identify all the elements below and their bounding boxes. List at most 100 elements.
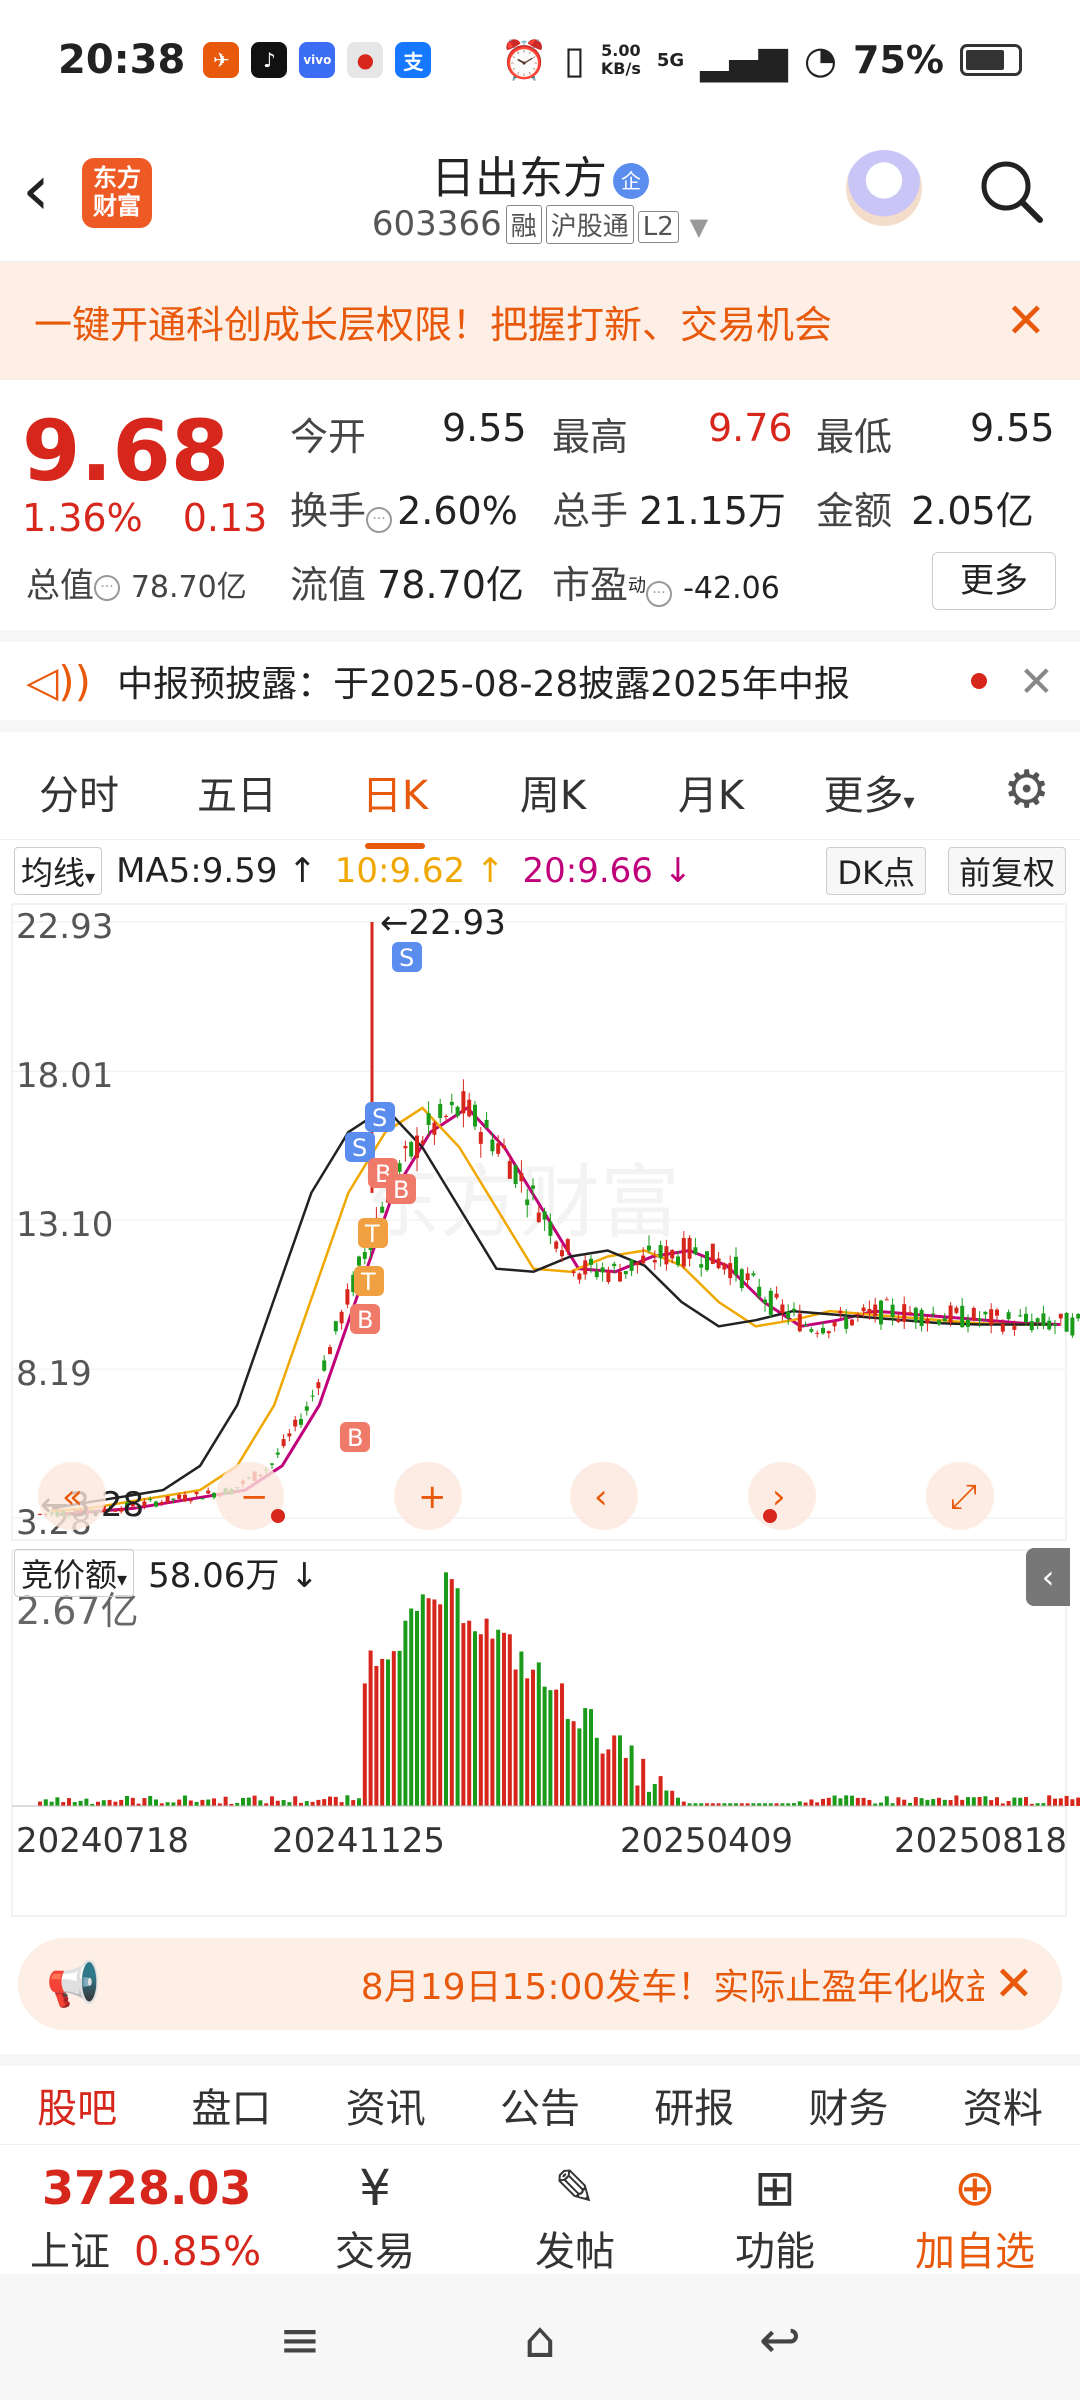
volume-bar — [821, 1798, 825, 1806]
volume-bar — [548, 1690, 553, 1806]
kline-svg[interactable]: 22.9318.0113.108.193.28东方财富←22.93←3.28SS… — [0, 900, 1080, 1920]
index-quote[interactable]: 3728.03 上证 0.85% — [30, 2161, 261, 2277]
close-icon[interactable]: ✕ — [1019, 657, 1054, 706]
info-tabs: 股吧 盘口 资讯 公告 研报 财务 资料 — [0, 2054, 1080, 2144]
candle-body — [931, 1313, 936, 1315]
home-icon[interactable]: ⌂ — [510, 2310, 570, 2370]
index-name: 上证 — [30, 2229, 110, 2275]
close-icon[interactable]: ✕ — [1006, 293, 1046, 349]
volume-bar — [351, 1800, 356, 1806]
price-change: 1.36% 0.13 — [22, 496, 268, 540]
indicator-select[interactable]: 均线▾ — [14, 847, 103, 895]
volume-bar — [554, 1689, 559, 1806]
assistant-avatar[interactable] — [846, 150, 922, 226]
tab-news[interactable]: 资讯 — [309, 2076, 463, 2134]
volume-bar — [1006, 1801, 1011, 1806]
tab-finance[interactable]: 财务 — [771, 2076, 925, 2134]
volume-bar — [415, 1610, 419, 1806]
gear-icon[interactable]: ⚙ — [1003, 760, 1050, 820]
volume-bar — [971, 1797, 976, 1806]
network-type: 5G — [656, 49, 685, 71]
connect-tag: 沪股通 — [545, 205, 634, 244]
candle-body — [1029, 1321, 1034, 1331]
volume-bar — [606, 1749, 611, 1806]
candle-body — [647, 1245, 651, 1251]
total-cap: 总值 ··· 78.70亿 — [26, 566, 247, 606]
chevron-left-icon[interactable]: ‹ — [1026, 1548, 1070, 1606]
tab-monthly-k[interactable]: 月K — [632, 763, 790, 821]
post-button[interactable]: ✎ 发帖 — [500, 2157, 650, 2277]
tab-weekly-k[interactable]: 周K — [474, 763, 632, 821]
volume-bar — [1064, 1795, 1069, 1806]
candle-body — [948, 1305, 953, 1323]
tab-more[interactable]: 更多▾ — [790, 763, 948, 821]
ad-bar[interactable]: 📢 8月19日15:00发车！实际止盈年化收益 ✕ — [18, 1938, 1062, 2030]
volume-bar — [1012, 1797, 1017, 1806]
function-button[interactable]: ⊞ 功能 — [700, 2157, 850, 2277]
candle-body — [362, 1252, 367, 1259]
kline-chart[interactable]: 22.9318.0113.108.193.28东方财富←22.93←3.28SS… — [0, 900, 1080, 1920]
volume-bar — [612, 1735, 617, 1806]
tab-daily-k[interactable]: 日K — [316, 763, 474, 849]
volume-bar — [380, 1658, 385, 1806]
candle-body — [710, 1243, 715, 1264]
promo-banner[interactable]: 一键开通科创成长层权限！把握打新、交易机会 ✕ — [0, 262, 1080, 380]
add-watchlist-button[interactable]: ⊕ 加自选 — [900, 2157, 1050, 2277]
candle-body — [438, 1104, 443, 1118]
tab-five-day[interactable]: 五日 — [158, 763, 316, 821]
candle-body — [855, 1314, 860, 1316]
candle-body — [937, 1320, 941, 1325]
candle-body — [449, 1101, 454, 1106]
tiktok-icon: ♪ — [251, 42, 288, 78]
volume-bar — [519, 1651, 524, 1806]
volume-bar — [183, 1795, 187, 1806]
volume-bar — [212, 1798, 216, 1806]
tab-intraday[interactable]: 分时 — [0, 763, 158, 821]
candle-body — [652, 1260, 657, 1263]
menu-icon[interactable]: ≡ — [270, 2310, 330, 2370]
candle-body — [403, 1146, 408, 1149]
search-icon[interactable] — [976, 156, 1046, 226]
plus-circle-icon: ⊕ — [954, 2159, 996, 2217]
volume-bar — [241, 1797, 245, 1806]
back-nav-icon[interactable]: ↩ — [750, 2310, 810, 2370]
volume-bar — [322, 1799, 327, 1806]
tab-announcement[interactable]: 公告 — [463, 2076, 617, 2134]
volume-bar — [148, 1795, 153, 1806]
candle-body — [821, 1327, 825, 1334]
candle-body — [890, 1304, 895, 1318]
battery-percent: 75% — [853, 38, 944, 82]
ma10-value: 10:9.62 ↑ — [334, 851, 505, 891]
tab-profile[interactable]: 资料 — [926, 2076, 1080, 2134]
trade-button[interactable]: ¥ 交易 — [300, 2157, 450, 2277]
dk-button[interactable]: DK点 — [826, 847, 926, 895]
report-notice[interactable]: ◁)) 中报预披露：于2025-08-28披露2025年中报 ✕ — [0, 630, 1080, 732]
more-button[interactable]: 更多 — [932, 552, 1056, 610]
trade-marker-label: S — [399, 944, 414, 972]
volume-select[interactable]: 竞价额▾ — [14, 1548, 135, 1597]
volume-bar — [594, 1737, 599, 1806]
candle-body — [571, 1271, 576, 1274]
tab-forum[interactable]: 股吧 — [0, 2076, 154, 2134]
candle-body — [316, 1382, 321, 1389]
candle-body — [345, 1289, 350, 1305]
chart-nav-icon: ‹ — [594, 1477, 608, 1517]
volume-value: 58.06万 ↓ — [148, 1556, 319, 1596]
tab-research[interactable]: 研报 — [617, 2076, 771, 2134]
volume-bar — [130, 1797, 135, 1806]
close-icon[interactable]: ✕ — [994, 1956, 1034, 2012]
candle-body — [293, 1419, 298, 1427]
amount-row: 金额 2.05亿 — [816, 489, 1034, 533]
trade-marker-label: T — [360, 1268, 376, 1296]
candle-body — [995, 1309, 999, 1316]
index-value: 3728.03 — [42, 2161, 252, 2215]
stock-code: 603366 — [371, 204, 502, 244]
volume-bar — [942, 1799, 947, 1806]
candle-body — [826, 1331, 831, 1334]
stock-subtitle[interactable]: 603366 融沪股通 L2 ▼ — [0, 204, 1080, 244]
volume-bar — [496, 1629, 501, 1806]
candle-body — [797, 1313, 802, 1332]
tab-orderbook[interactable]: 盘口 — [154, 2076, 308, 2134]
adjust-button[interactable]: 前复权 — [947, 847, 1066, 895]
stock-header: ‹ 东方 财富 日出东方企 603366 融沪股通 L2 ▼ — [0, 120, 1080, 262]
